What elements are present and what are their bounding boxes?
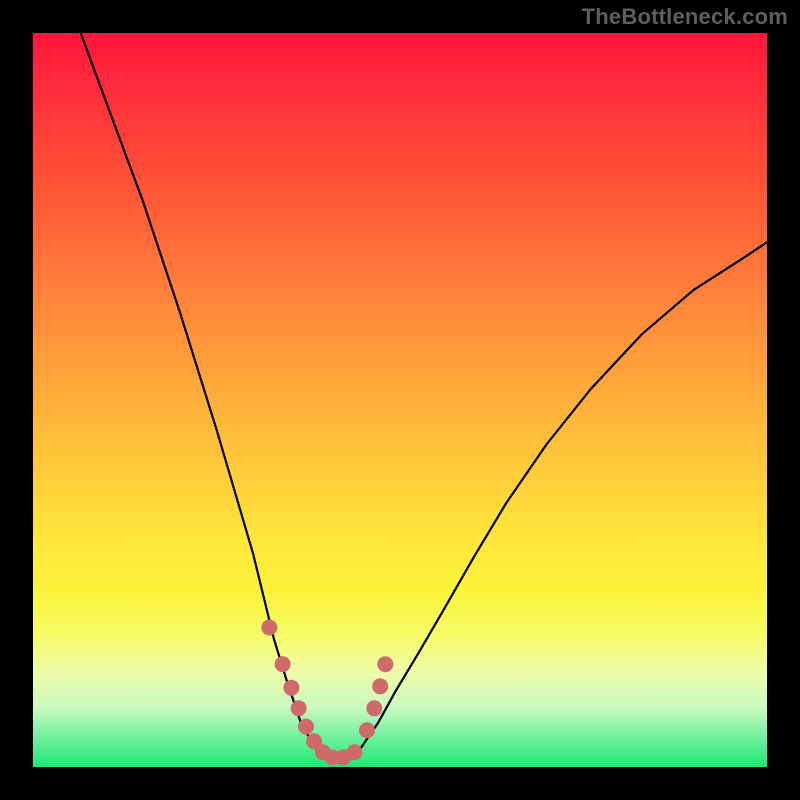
marker-dot <box>359 722 375 738</box>
marker-dot <box>372 678 388 694</box>
marker-dot <box>298 719 314 735</box>
bottleneck-curve-path <box>81 33 767 760</box>
marker-dot <box>283 680 299 696</box>
marker-dot <box>275 656 291 672</box>
watermark-text: TheBottleneck.com <box>582 4 788 30</box>
curve-svg <box>33 33 767 767</box>
marker-dot <box>377 656 393 672</box>
marker-dot <box>366 700 382 716</box>
marker-dot <box>291 700 307 716</box>
chart-frame: TheBottleneck.com <box>0 0 800 800</box>
marker-dot <box>347 744 363 760</box>
plot-area <box>33 33 767 767</box>
marker-dot <box>261 620 277 636</box>
marker-dots-group <box>261 620 393 766</box>
